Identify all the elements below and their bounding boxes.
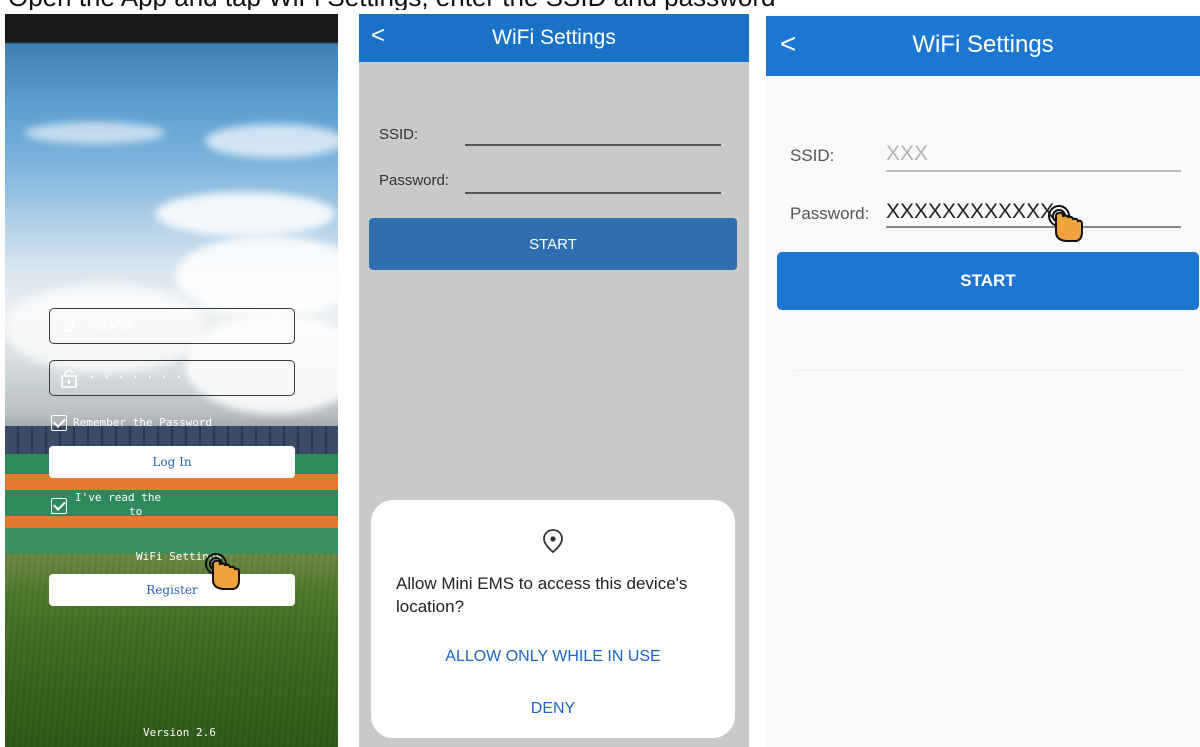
password-field[interactable]: ··········: [49, 360, 295, 396]
start-button[interactable]: START: [777, 252, 1199, 310]
username-field[interactable]: Jack55: [49, 308, 295, 344]
user-icon: [61, 318, 77, 335]
agreement-text: I've read the: [75, 491, 162, 504]
allow-while-in-use-button[interactable]: ALLOW ONLY WHILE IN USE: [371, 648, 735, 666]
wifi-settings-permission-screen: < WiFi Settings SSID: Password: START Al…: [359, 14, 749, 747]
remember-password-label: Remember the Password: [73, 416, 213, 429]
deny-button[interactable]: DENY: [371, 700, 735, 718]
instruction-caption: Open the App and tap WiFi Settings, ente…: [0, 0, 1200, 10]
password-input[interactable]: [465, 192, 721, 194]
divider: [796, 370, 1186, 371]
header-title: WiFi Settings: [912, 31, 1054, 58]
agreement-checkbox[interactable]: [51, 498, 67, 514]
sky-cloud: [25, 122, 165, 144]
header-title: WiFi Settings: [492, 26, 616, 49]
permission-question: Allow Mini EMS to access this device's l…: [396, 574, 688, 616]
sky-cloud: [175, 236, 338, 316]
username-value: Jack55: [86, 318, 133, 334]
password-label: Password:: [379, 172, 450, 189]
tap-hand-icon: [1048, 205, 1083, 242]
login-button[interactable]: Log In: [49, 446, 295, 478]
start-button[interactable]: START: [369, 218, 737, 270]
password-mask: ··········: [88, 370, 233, 386]
ssid-label: SSID:: [790, 146, 835, 165]
sky-cloud: [205, 124, 338, 158]
agreement-to: to: [129, 505, 143, 518]
ssid-value[interactable]: XXX: [886, 142, 928, 166]
password-value[interactable]: XXXXXXXXXXXX: [886, 200, 1054, 224]
tap-hand-icon: [205, 553, 240, 590]
version-label: Version 2.6: [143, 726, 216, 739]
app-header: < WiFi Settings: [359, 14, 749, 62]
lock-icon: [61, 369, 77, 388]
location-permission-dialog: Allow Mini EMS to access this device's l…: [371, 500, 735, 738]
wifi-settings-filled-screen: < WiFi Settings SSID: XXX Password: XXXX…: [766, 14, 1200, 747]
location-pin-icon: [543, 529, 563, 554]
ssid-input[interactable]: [465, 144, 721, 146]
remember-password-checkbox[interactable]: [51, 415, 67, 431]
ssid-underline: [886, 170, 1181, 172]
password-label: Password:: [790, 204, 870, 223]
register-button[interactable]: Register: [49, 574, 295, 606]
password-underline: [886, 226, 1181, 228]
sky-cloud: [155, 192, 335, 236]
ssid-label: SSID:: [379, 126, 419, 143]
app-header: < WiFi Settings: [766, 16, 1200, 76]
login-screen: Jack55 ·········· Remember the Password …: [5, 14, 338, 747]
